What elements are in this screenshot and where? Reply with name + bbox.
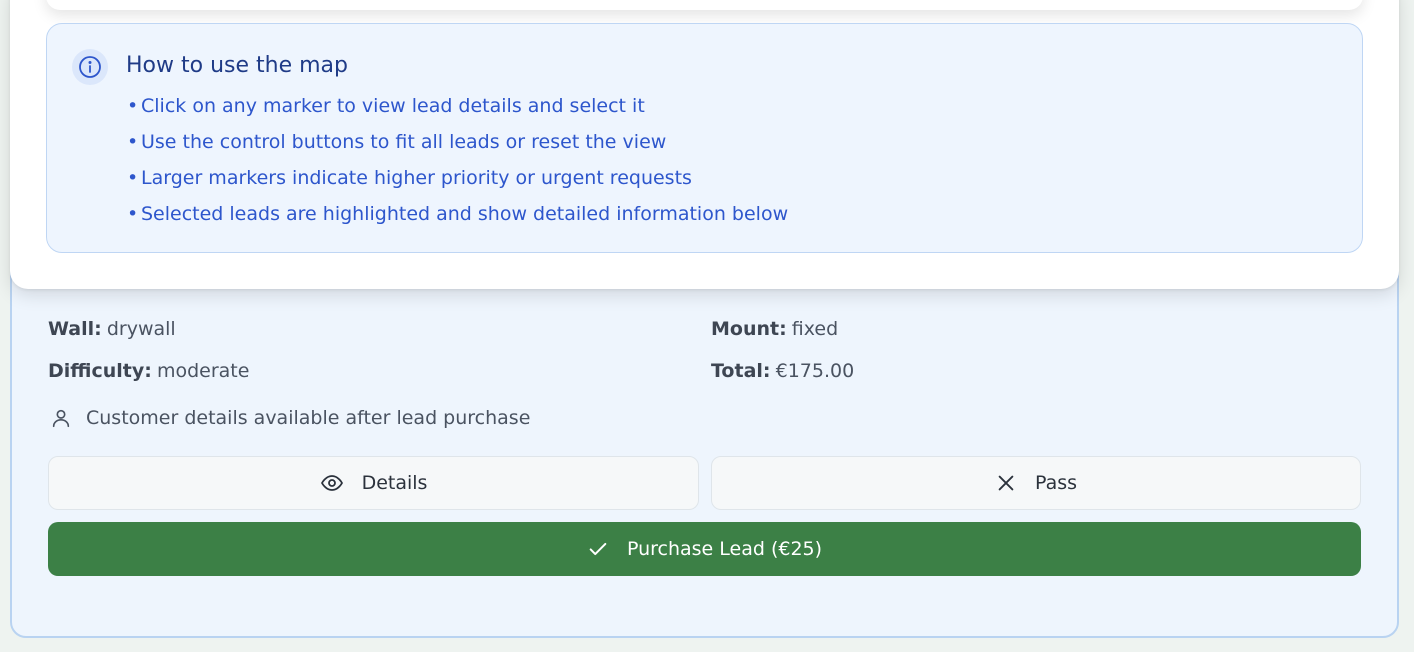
difficulty-detail: Difficulty: moderate bbox=[48, 360, 249, 382]
lead-card: Wall: drywall Mount: fixed Difficulty: m… bbox=[10, 250, 1399, 638]
customer-note-row: Customer details available after lead pu… bbox=[50, 407, 530, 429]
customer-note: Customer details available after lead pu… bbox=[86, 407, 531, 429]
tip-item: • Selected leads are highlighted and show… bbox=[127, 202, 788, 238]
map-panel-top-edge bbox=[46, 0, 1363, 10]
tip-bullet: • bbox=[127, 95, 139, 117]
mount-detail: Mount: fixed bbox=[711, 318, 838, 340]
wall-detail: Wall: drywall bbox=[48, 318, 176, 340]
how-to-title: How to use the map bbox=[126, 53, 348, 78]
tip-bullet: • bbox=[127, 167, 139, 189]
details-button[interactable]: Details bbox=[48, 456, 699, 510]
tip-text: Larger markers indicate higher priority … bbox=[141, 167, 692, 189]
pass-button[interactable]: Pass bbox=[711, 456, 1361, 510]
wall-label: Wall: bbox=[48, 318, 102, 340]
total-label: Total: bbox=[711, 360, 771, 382]
tip-bullet: • bbox=[127, 131, 139, 153]
details-label: Details bbox=[361, 472, 428, 494]
check-icon bbox=[587, 538, 609, 560]
tip-text: Selected leads are highlighted and show … bbox=[141, 203, 789, 225]
info-icon bbox=[72, 49, 108, 85]
difficulty-label: Difficulty: bbox=[48, 360, 152, 382]
tip-bullet: • bbox=[127, 203, 139, 225]
purchase-label: Purchase Lead (€25) bbox=[626, 538, 823, 560]
close-icon bbox=[995, 472, 1017, 494]
eye-icon bbox=[320, 471, 344, 495]
tip-text: Click on any marker to view lead details… bbox=[141, 95, 645, 117]
tip-item: • Larger markers indicate higher priority… bbox=[127, 166, 788, 202]
pass-label: Pass bbox=[1034, 472, 1078, 494]
difficulty-value: moderate bbox=[156, 360, 250, 382]
how-to-tips: • Click on any marker to view lead detail… bbox=[127, 94, 788, 238]
how-to-use-box: How to use the map • Click on any marker … bbox=[46, 23, 1363, 253]
wall-value: drywall bbox=[106, 318, 176, 340]
total-value: €175.00 bbox=[775, 360, 855, 382]
tip-text: Use the control buttons to fit all leads… bbox=[141, 131, 667, 153]
total-detail: Total: €175.00 bbox=[711, 360, 854, 382]
mount-value: fixed bbox=[791, 318, 839, 340]
tip-item: • Use the control buttons to fit all lead… bbox=[127, 130, 788, 166]
user-icon bbox=[50, 407, 72, 429]
tip-item: • Click on any marker to view lead detail… bbox=[127, 94, 788, 130]
mount-label: Mount: bbox=[711, 318, 787, 340]
purchase-lead-button[interactable]: Purchase Lead (€25) bbox=[48, 522, 1361, 576]
